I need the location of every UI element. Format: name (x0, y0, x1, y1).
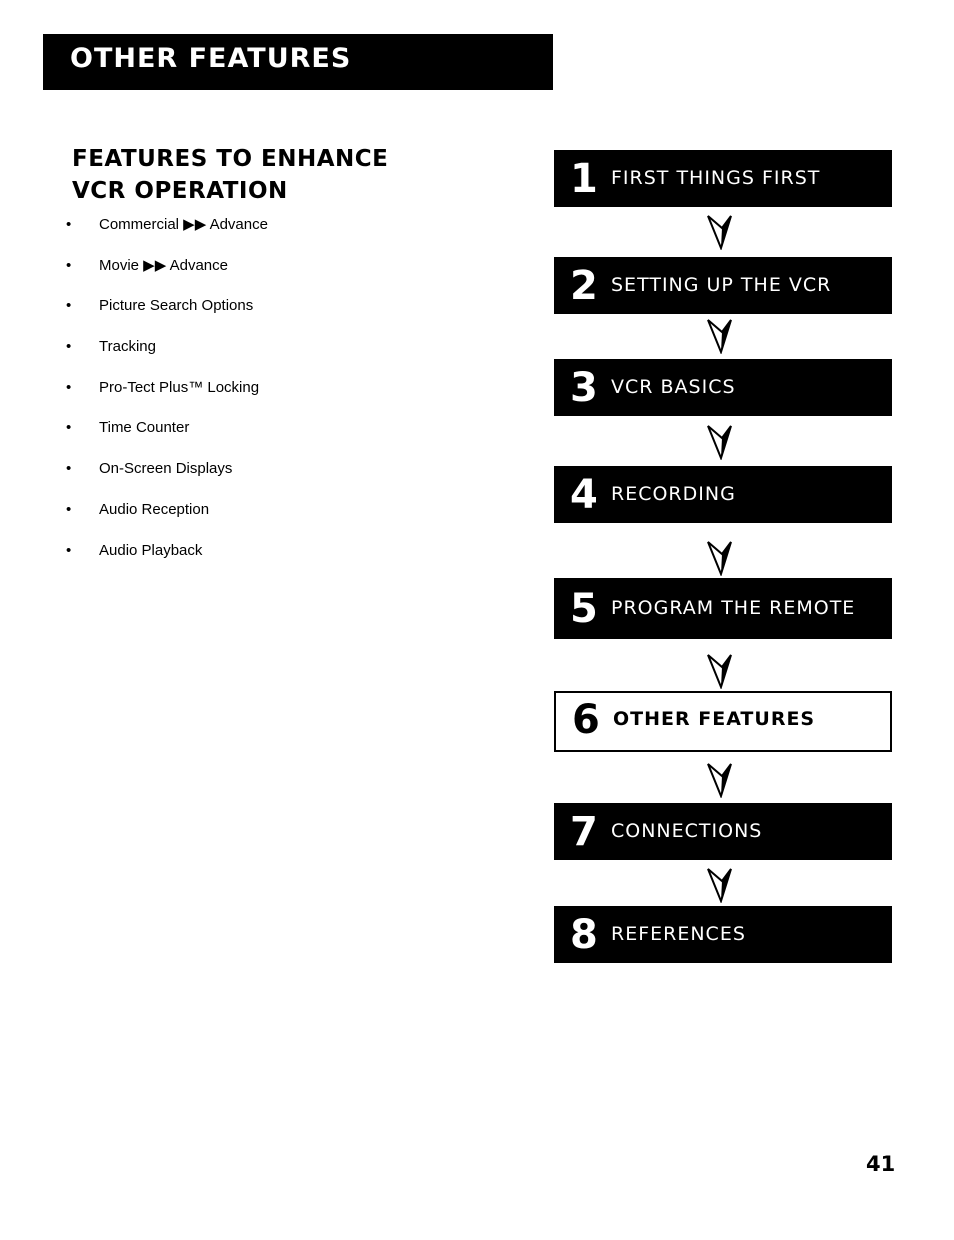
step-number: 6 (572, 697, 600, 743)
chapter-step-3: 3 VCR BASICS (554, 359, 892, 416)
down-arrowhead-icon (707, 215, 732, 250)
step-label: CONNECTIONS (611, 820, 763, 842)
chapter-step-1: 1 FIRST THINGS FIRST (554, 150, 892, 207)
down-arrowhead-icon (707, 868, 732, 903)
down-arrowhead-icon (707, 541, 732, 576)
page-number: 41 (866, 1152, 896, 1176)
step-number: 4 (570, 472, 598, 518)
down-arrowhead-icon (707, 654, 732, 689)
step-number: 1 (570, 156, 598, 202)
section-heading-line-2: VCR OPERATION (72, 178, 288, 204)
bullet-icon: • (66, 338, 72, 356)
step-number: 3 (570, 365, 598, 411)
step-label: VCR BASICS (611, 376, 736, 398)
chapter-step-7: 7 CONNECTIONS (554, 803, 892, 860)
chapter-step-4: 4 RECORDING (554, 466, 892, 523)
bullet-icon: • (66, 378, 72, 396)
feature-text: Picture Search Options (99, 297, 254, 315)
step-number: 2 (570, 263, 598, 309)
chapter-step-8: 8 REFERENCES (554, 906, 892, 963)
bullet-icon: • (66, 500, 72, 518)
bullet-icon: • (66, 460, 72, 478)
chapter-header-bar: OTHER FEATURES (43, 34, 553, 90)
bullet-icon: • (66, 256, 72, 274)
step-label: PROGRAM THE REMOTE (611, 597, 856, 619)
feature-text: Audio Reception (99, 500, 210, 518)
step-label: OTHER FEATURES (613, 708, 816, 730)
section-heading-line-1: FEATURES TO ENHANCE (72, 146, 389, 172)
step-number: 8 (570, 912, 598, 958)
step-number: 5 (570, 586, 598, 632)
down-arrowhead-icon (707, 425, 732, 460)
feature-text: Movie ▶▶ Advance (99, 256, 228, 274)
down-arrowhead-icon (707, 763, 732, 798)
step-label: FIRST THINGS FIRST (611, 167, 821, 189)
bullet-icon: • (66, 541, 72, 559)
step-label: REFERENCES (611, 923, 746, 945)
bullet-icon: • (66, 297, 72, 315)
step-label: RECORDING (611, 483, 736, 505)
bullet-icon: • (66, 419, 72, 437)
down-arrowhead-icon (707, 319, 732, 354)
step-number: 7 (570, 809, 598, 855)
step-label: SETTING UP THE VCR (611, 274, 832, 296)
chapter-step-5: 5 PROGRAM THE REMOTE (554, 578, 892, 639)
feature-text: Time Counter (99, 419, 190, 437)
feature-text: Audio Playback (99, 541, 203, 559)
bullet-icon: • (66, 216, 72, 233)
section-heading: FEATURES TO ENHANCE VCR OPERATION (72, 143, 472, 207)
chapter-title: OTHER FEATURES (70, 43, 352, 74)
chapter-step-2: 2 SETTING UP THE VCR (554, 257, 892, 314)
chapter-step-6-current: 6 OTHER FEATURES (554, 691, 892, 752)
feature-text: Commercial ▶▶ Advance (99, 216, 268, 233)
feature-text: Tracking (99, 338, 156, 356)
feature-text: On-Screen Displays (99, 460, 233, 478)
feature-text: Pro-Tect Plus™ Locking (99, 378, 260, 396)
